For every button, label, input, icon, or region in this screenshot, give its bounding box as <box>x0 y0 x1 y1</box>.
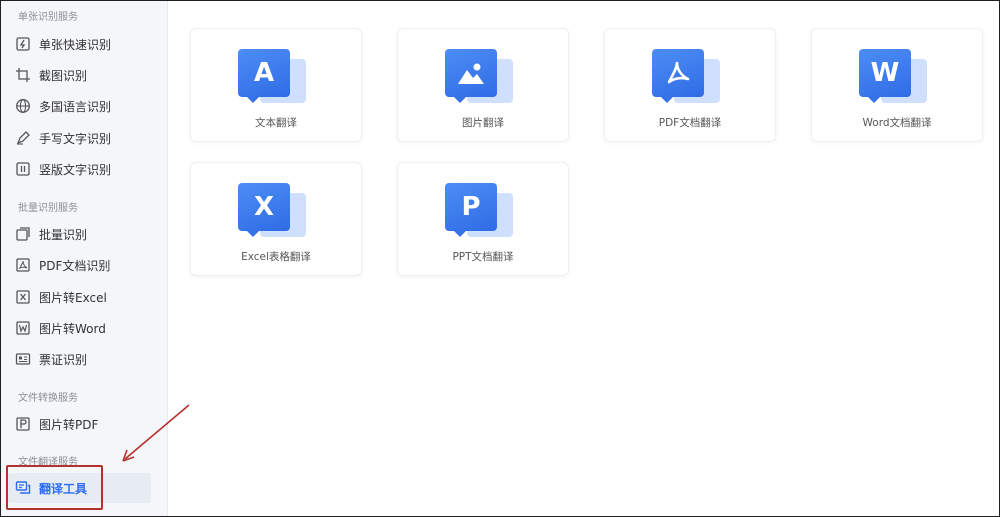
excel-translate-icon: X <box>238 183 314 243</box>
card-label: Word文档翻译 <box>862 117 932 129</box>
card-label: Excel表格翻译 <box>241 251 311 263</box>
sidebar-item-label: PDF文档识别 <box>39 258 111 273</box>
ticket-icon <box>15 351 31 367</box>
annotation-highlight-box <box>6 465 103 510</box>
main-content: A 文本翻译 图片翻译 PDF文档翻译 W Word文档翻译 X Excel表格… <box>168 1 999 516</box>
card-word-translate[interactable]: W Word文档翻译 <box>811 28 983 142</box>
batch-icon <box>15 226 31 242</box>
pen-icon <box>15 130 31 146</box>
app-window: 单张识别服务 单张快速识别 截图识别 多国语言识别 手写文字识别 竖版文字识别 … <box>0 0 1000 517</box>
sidebar-item-pdf-doc[interactable]: PDF文档识别 <box>15 253 155 277</box>
sidebar-item-label: 图片转Word <box>39 321 106 336</box>
image-translate-icon <box>445 49 521 109</box>
sidebar-item-quick-scan[interactable]: 单张快速识别 <box>15 32 155 56</box>
card-text-translate[interactable]: A 文本翻译 <box>190 28 362 142</box>
sidebar-item-batch[interactable]: 批量识别 <box>15 222 155 246</box>
card-ppt-translate[interactable]: P PPT文档翻译 <box>397 162 569 276</box>
word-translate-icon: W <box>859 49 935 109</box>
sidebar-item-ticket[interactable]: 票证识别 <box>15 347 155 371</box>
section-title-single: 单张识别服务 <box>18 12 78 23</box>
sidebar-item-label: 多国语言识别 <box>39 99 112 114</box>
sidebar-item-image-to-word[interactable]: 图片转Word <box>15 316 155 340</box>
sidebar-item-label: 票证识别 <box>39 352 88 367</box>
card-excel-translate[interactable]: X Excel表格翻译 <box>190 162 362 276</box>
text-translate-icon: A <box>238 49 314 109</box>
sidebar-item-label: 图片转PDF <box>39 417 99 432</box>
sidebar-item-label: 批量识别 <box>39 227 88 242</box>
card-label: 图片翻译 <box>462 117 504 129</box>
sidebar-item-label: 单张快速识别 <box>39 37 112 52</box>
crop-icon <box>15 67 31 83</box>
sidebar-item-multilang[interactable]: 多国语言识别 <box>15 94 155 118</box>
pdf-doc-icon <box>15 257 31 273</box>
section-title-batch: 批量识别服务 <box>18 203 78 214</box>
sidebar-item-label: 竖版文字识别 <box>39 162 112 177</box>
pdf-icon <box>15 416 31 432</box>
card-label: 文本翻译 <box>255 117 297 129</box>
card-image-translate[interactable]: 图片翻译 <box>397 28 569 142</box>
ppt-translate-icon: P <box>445 183 521 243</box>
annotation-arrow-icon <box>122 404 190 462</box>
sidebar-item-screenshot[interactable]: 截图识别 <box>15 63 155 87</box>
pdf-translate-icon <box>652 49 728 109</box>
word-icon <box>15 320 31 336</box>
sidebar-item-vertical-text[interactable]: 竖版文字识别 <box>15 157 155 181</box>
sidebar-item-label: 截图识别 <box>39 68 88 83</box>
sidebar-item-handwriting[interactable]: 手写文字识别 <box>15 126 155 150</box>
card-label: PDF文档翻译 <box>658 117 722 129</box>
section-title-convert: 文件转换服务 <box>18 393 78 404</box>
excel-icon <box>15 289 31 305</box>
card-pdf-translate[interactable]: PDF文档翻译 <box>604 28 776 142</box>
sidebar-item-image-to-excel[interactable]: 图片转Excel <box>15 285 155 309</box>
globe-icon <box>15 98 31 114</box>
sidebar-item-label: 手写文字识别 <box>39 131 112 146</box>
quick-scan-icon <box>15 36 31 52</box>
vertical-text-icon <box>15 161 31 177</box>
sidebar-item-label: 图片转Excel <box>39 290 107 305</box>
card-label: PPT文档翻译 <box>452 251 514 263</box>
